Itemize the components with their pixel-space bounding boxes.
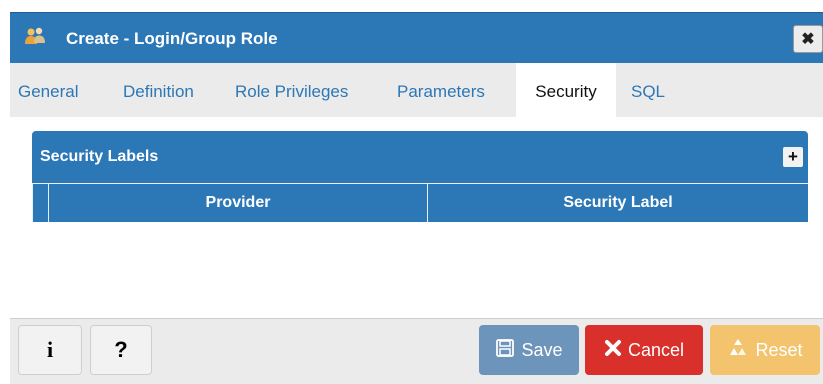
tab-security-label: Security <box>535 82 597 101</box>
tab-sql-label: SQL <box>631 82 666 101</box>
reset-label: Reset <box>755 339 803 360</box>
tab-parameters[interactable]: Parameters <box>397 63 507 117</box>
tab-role-privileges-label: Role Privileges <box>235 82 349 101</box>
tab-role-privileges[interactable]: Role Privileges <box>235 63 375 117</box>
security-labels-title: Security Labels <box>40 148 159 165</box>
security-tab-content: Security Labels + Provider Security Labe… <box>10 117 823 318</box>
tab-definition-label: Definition <box>123 82 194 101</box>
info-icon: i <box>46 337 54 362</box>
column-provider: Provider <box>48 184 427 222</box>
floppy-disk-icon <box>495 338 515 363</box>
tab-parameters-label: Parameters <box>397 82 485 101</box>
row-control-column <box>32 184 48 222</box>
help-button[interactable]: ? <box>90 325 152 375</box>
tab-definition[interactable]: Definition <box>123 63 213 117</box>
cancel-label: Cancel <box>627 339 685 360</box>
cancel-button[interactable]: Cancel <box>585 325 703 375</box>
recycle-icon <box>727 337 749 364</box>
info-button[interactable]: i <box>18 325 82 375</box>
tab-general[interactable]: General <box>18 63 94 117</box>
security-labels-grid-header: Provider Security Label <box>32 183 808 222</box>
x-icon <box>604 339 622 362</box>
tab-sql[interactable]: SQL <box>631 63 681 117</box>
group-role-icon <box>24 26 46 48</box>
plus-icon: + <box>788 147 798 166</box>
help-icon: ? <box>114 337 128 362</box>
close-icon: ✖ <box>801 31 815 48</box>
add-row-button[interactable]: + <box>783 147 803 167</box>
save-label: Save <box>521 339 563 360</box>
save-button[interactable]: Save <box>479 325 579 375</box>
security-labels-header: Security Labels + <box>32 131 808 183</box>
tab-general-label: General <box>18 82 79 101</box>
create-login-group-role-dialog: Create - Login/Group Role ✖ General Defi… <box>0 0 823 384</box>
close-button[interactable]: ✖ <box>793 25 823 53</box>
tab-security[interactable]: Security <box>516 63 616 117</box>
reset-button[interactable]: Reset <box>710 325 820 375</box>
dialog-title: Create - Login/Group Role <box>66 29 278 48</box>
security-labels-panel: Security Labels + Provider Security Labe… <box>32 131 808 225</box>
tab-bar: General Definition Role Privileges Param… <box>10 63 823 118</box>
column-security-label: Security Label <box>427 184 808 222</box>
dialog-footer: i ? Save Cancel Reset <box>10 318 823 384</box>
dialog-titlebar: Create - Login/Group Role ✖ <box>10 12 823 64</box>
